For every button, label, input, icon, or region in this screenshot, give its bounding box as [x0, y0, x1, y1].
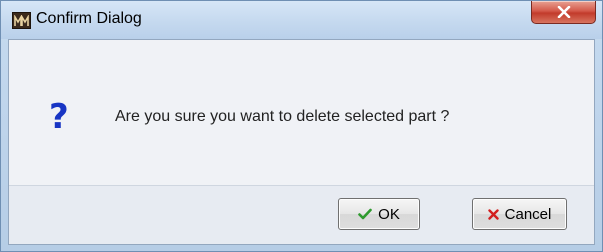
ok-button-label: OK: [378, 205, 400, 223]
dialog-body: ? Are you sure you want to delete select…: [8, 39, 595, 245]
cancel-x-icon: [487, 208, 499, 220]
close-icon: [557, 6, 570, 18]
question-icon: ?: [49, 97, 69, 137]
confirm-dialog-window: Confirm Dialog ? Are you sure you want t…: [0, 0, 603, 252]
confirm-message: Are you sure you want to delete selected…: [115, 108, 450, 125]
title-bar[interactable]: Confirm Dialog: [1, 1, 602, 39]
cancel-button-label: Cancel: [504, 205, 552, 223]
message-area: ? Are you sure you want to delete select…: [9, 40, 594, 186]
app-icon: [12, 12, 31, 29]
window-title: Confirm Dialog: [36, 10, 142, 27]
cancel-button[interactable]: Cancel: [472, 198, 567, 230]
ok-button[interactable]: OK: [338, 198, 420, 230]
checkmark-icon: [358, 208, 372, 220]
close-button[interactable]: [531, 1, 596, 24]
